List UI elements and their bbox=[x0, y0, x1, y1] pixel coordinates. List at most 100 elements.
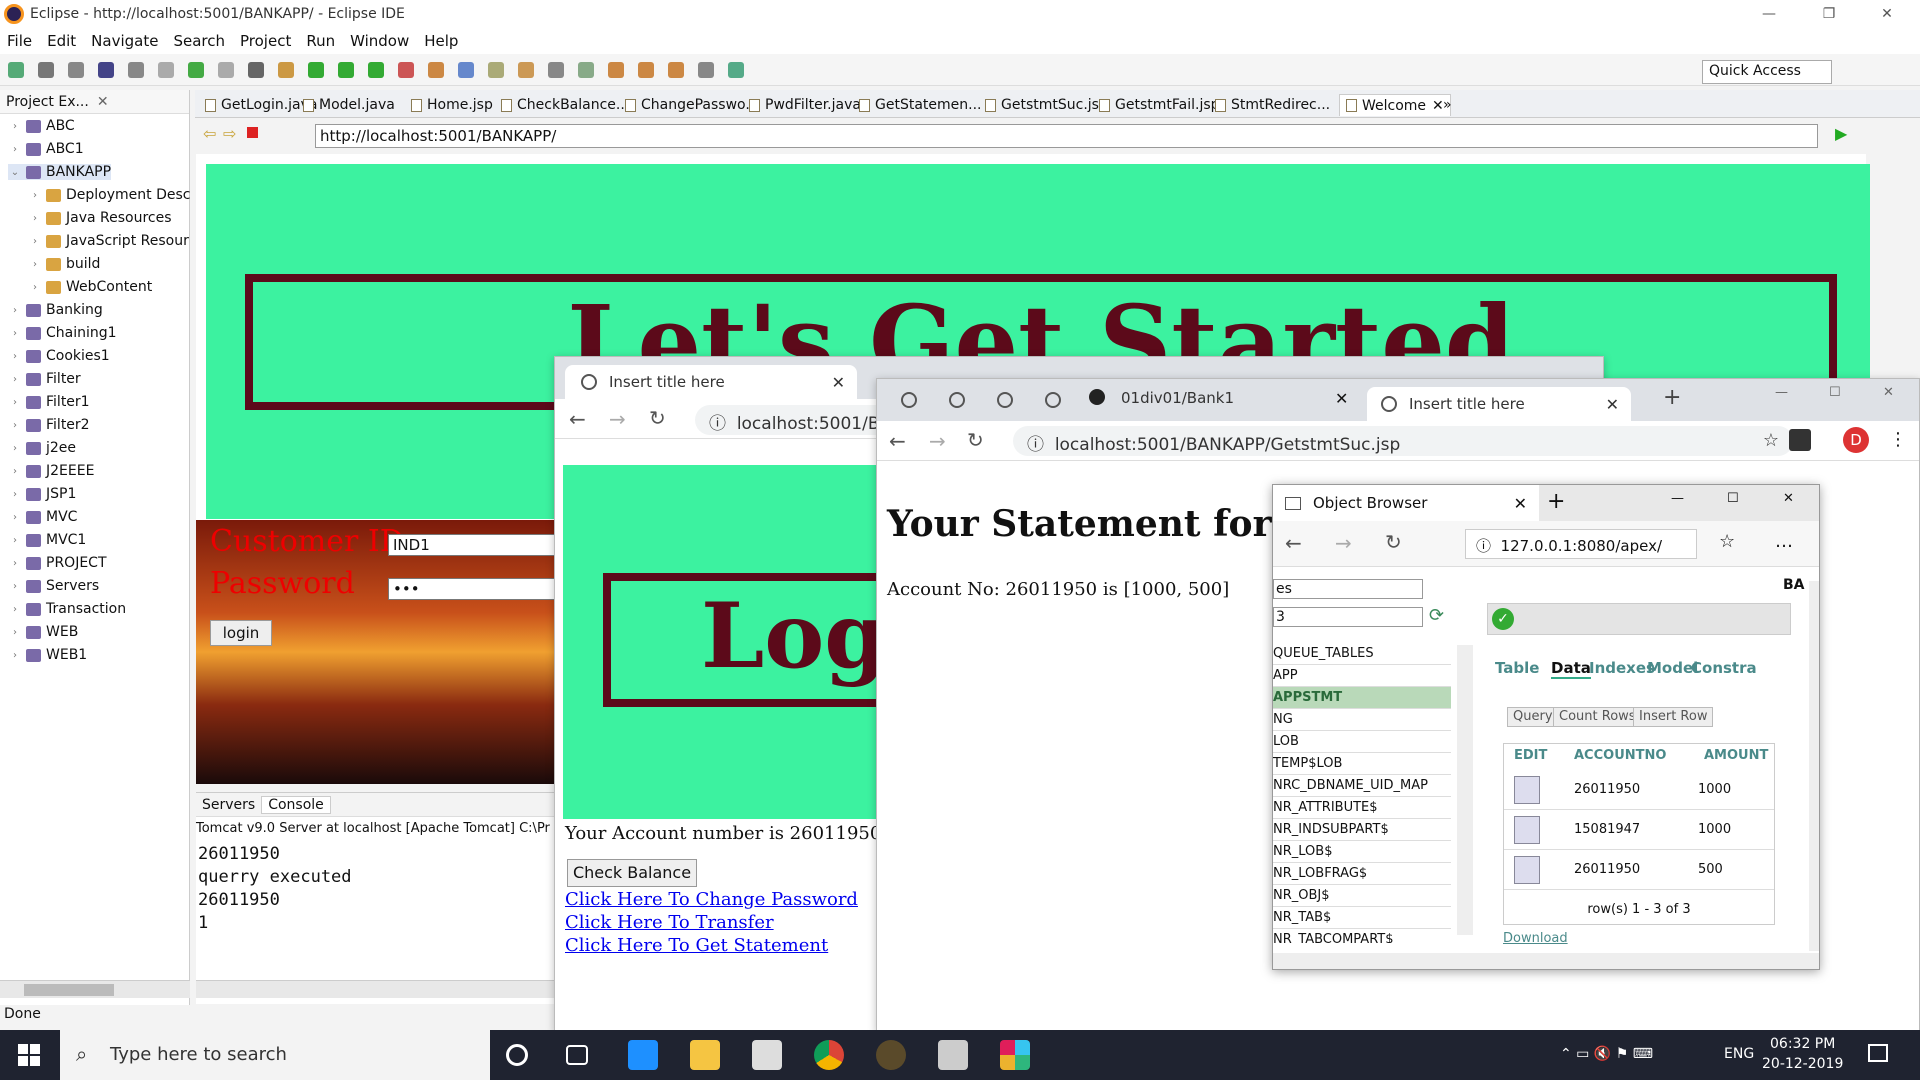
toolbar-icon[interactable] bbox=[548, 62, 564, 78]
minimize-button[interactable]: — bbox=[1746, 0, 1792, 28]
object-tab[interactable]: Data bbox=[1551, 659, 1591, 679]
menu-item[interactable]: Search bbox=[166, 32, 233, 50]
close-icon[interactable]: ✕ bbox=[97, 94, 109, 110]
tree-item[interactable]: › Filter1 bbox=[8, 394, 90, 410]
language-indicator[interactable]: ENG bbox=[1724, 1046, 1754, 1062]
toolbar-icon[interactable] bbox=[638, 62, 654, 78]
tree-item[interactable]: › MVC1 bbox=[8, 532, 86, 548]
reload-icon[interactable]: ↻ bbox=[649, 406, 666, 430]
clock[interactable]: 06:32 PM 20-12-2019 bbox=[1762, 1034, 1843, 1074]
address-bar[interactable]: ⓘ localhost:5001/BANKAPP/GetstmtSuc.jsp ☆ bbox=[1013, 426, 1793, 456]
tray-icons[interactable]: ⌃ ▭ 🔇 ⚑ ⌨ bbox=[1560, 1046, 1653, 1062]
tree-item[interactable]: › Java Resources bbox=[28, 210, 172, 226]
globe-icon[interactable] bbox=[997, 392, 1013, 408]
maximize-button[interactable]: ❐ bbox=[1806, 0, 1852, 28]
object-list-item[interactable]: NR_OBJ$ bbox=[1273, 885, 1451, 907]
object-tab[interactable]: Constra bbox=[1691, 659, 1757, 677]
tree-item[interactable]: › WEB bbox=[8, 624, 78, 640]
forward-icon[interactable]: → bbox=[609, 407, 626, 431]
expand-icon[interactable]: › bbox=[8, 443, 22, 454]
change-password-link[interactable]: Click Here To Change Password bbox=[565, 889, 858, 910]
toolbar-icon[interactable] bbox=[398, 62, 414, 78]
menu-item[interactable]: Window bbox=[343, 32, 417, 50]
object-list-item[interactable]: NR_TAB$ bbox=[1273, 907, 1451, 929]
expand-icon[interactable]: › bbox=[8, 420, 22, 431]
photos-icon[interactable] bbox=[938, 1040, 968, 1070]
object-list-item[interactable]: QUEUE_TABLES bbox=[1273, 643, 1451, 665]
tree-item[interactable]: › J2EEEE bbox=[8, 463, 94, 479]
editor-tab[interactable]: GetStatemen... bbox=[859, 94, 981, 116]
minimize-button[interactable]: — bbox=[1671, 491, 1684, 506]
expand-icon[interactable]: › bbox=[8, 650, 22, 661]
customer-id-input[interactable]: IND1 bbox=[388, 534, 558, 556]
editor-tab[interactable]: Home.jsp bbox=[411, 94, 493, 116]
expand-icon[interactable]: › bbox=[8, 512, 22, 523]
menu-item[interactable]: File bbox=[0, 32, 40, 50]
back-icon[interactable]: ← bbox=[569, 407, 586, 431]
tree-item[interactable]: › WebContent bbox=[28, 279, 152, 295]
object-search-input[interactable]: 3 bbox=[1273, 607, 1423, 627]
tree-item[interactable]: › WEB1 bbox=[8, 647, 87, 663]
editor-tab[interactable]: Model.java bbox=[303, 94, 395, 116]
expand-icon[interactable]: › bbox=[8, 328, 22, 339]
active-tab[interactable]: Object Browser ✕ bbox=[1273, 485, 1539, 521]
refresh-icon[interactable]: ⟳ bbox=[1429, 605, 1444, 626]
address-bar[interactable]: ⓘ 127.0.0.1:8080/apex/ bbox=[1465, 529, 1697, 559]
maximize-button[interactable]: ☐ bbox=[1829, 385, 1841, 400]
menu-item[interactable]: Project bbox=[233, 32, 299, 50]
object-list-item[interactable]: APPSTMT bbox=[1273, 687, 1451, 709]
tree-item[interactable]: › Banking bbox=[8, 302, 103, 318]
editor-tab[interactable]: GetLogin.java bbox=[205, 94, 318, 116]
forward-icon[interactable]: → bbox=[929, 429, 946, 453]
tree-item[interactable]: › Deployment Desc bbox=[28, 187, 190, 203]
expand-icon[interactable]: ⌄ bbox=[8, 167, 22, 178]
more-icon[interactable]: … bbox=[1775, 531, 1793, 552]
project-explorer-tab[interactable]: Project Ex... bbox=[6, 94, 89, 110]
login-button[interactable]: login bbox=[210, 620, 272, 646]
object-tab[interactable]: Indexes bbox=[1589, 659, 1655, 677]
column-header[interactable]: AMOUNT bbox=[1704, 748, 1768, 763]
globe-icon[interactable] bbox=[901, 392, 917, 408]
close-button[interactable]: ✕ bbox=[1883, 385, 1894, 400]
object-list-item[interactable]: TEMP$LOB bbox=[1273, 753, 1451, 775]
tree-item[interactable]: › Cookies1 bbox=[8, 348, 110, 364]
editor-tab[interactable]: CheckBalance... bbox=[501, 94, 629, 116]
toolbar-icon[interactable] bbox=[188, 62, 204, 78]
action-button[interactable]: Query bbox=[1507, 707, 1559, 727]
toolbar-icon[interactable] bbox=[458, 62, 474, 78]
close-button[interactable]: ✕ bbox=[1864, 0, 1910, 28]
toolbar-icon[interactable] bbox=[98, 62, 114, 78]
editor-tab[interactable]: StmtRedirec... bbox=[1215, 94, 1330, 116]
close-tab-icon[interactable]: ✕ bbox=[832, 373, 845, 392]
reload-icon[interactable]: ↻ bbox=[967, 428, 984, 452]
new-tab-button[interactable]: + bbox=[1663, 385, 1681, 410]
transfer-link[interactable]: Click Here To Transfer bbox=[565, 912, 774, 933]
toolbar-icon[interactable] bbox=[8, 62, 24, 78]
expand-icon[interactable]: › bbox=[8, 489, 22, 500]
globe-icon[interactable] bbox=[949, 392, 965, 408]
expand-icon[interactable]: › bbox=[8, 535, 22, 546]
console-scrollbar[interactable] bbox=[196, 980, 556, 998]
toolbar-icon[interactable] bbox=[488, 62, 504, 78]
forward-icon[interactable]: ⇨ bbox=[223, 124, 236, 143]
expand-icon[interactable]: › bbox=[28, 282, 42, 293]
expand-icon[interactable]: › bbox=[8, 144, 22, 155]
toolbar-icon[interactable] bbox=[38, 62, 54, 78]
tree-item[interactable]: › Filter2 bbox=[8, 417, 90, 433]
edge-icon[interactable] bbox=[628, 1040, 658, 1070]
expand-icon[interactable]: › bbox=[8, 351, 22, 362]
toolbar-icon[interactable] bbox=[608, 62, 624, 78]
toolbar-icon[interactable] bbox=[668, 62, 684, 78]
toolbar-icon[interactable] bbox=[728, 62, 744, 78]
back-icon[interactable]: ⇦ bbox=[203, 124, 216, 143]
edit-icon[interactable] bbox=[1514, 776, 1540, 804]
tree-item[interactable]: › ABC bbox=[8, 118, 75, 134]
list-scrollbar[interactable] bbox=[1457, 645, 1473, 935]
object-list-item[interactable]: LOB bbox=[1273, 731, 1451, 753]
tree-item[interactable]: › Chaining1 bbox=[8, 325, 117, 341]
column-header[interactable]: ACCOUNTNO bbox=[1574, 748, 1666, 763]
explorer-scrollbar[interactable] bbox=[0, 980, 190, 998]
profile-avatar[interactable]: D bbox=[1843, 427, 1869, 453]
get-statement-link[interactable]: Click Here To Get Statement bbox=[565, 935, 828, 956]
slack-icon[interactable] bbox=[1000, 1040, 1030, 1070]
